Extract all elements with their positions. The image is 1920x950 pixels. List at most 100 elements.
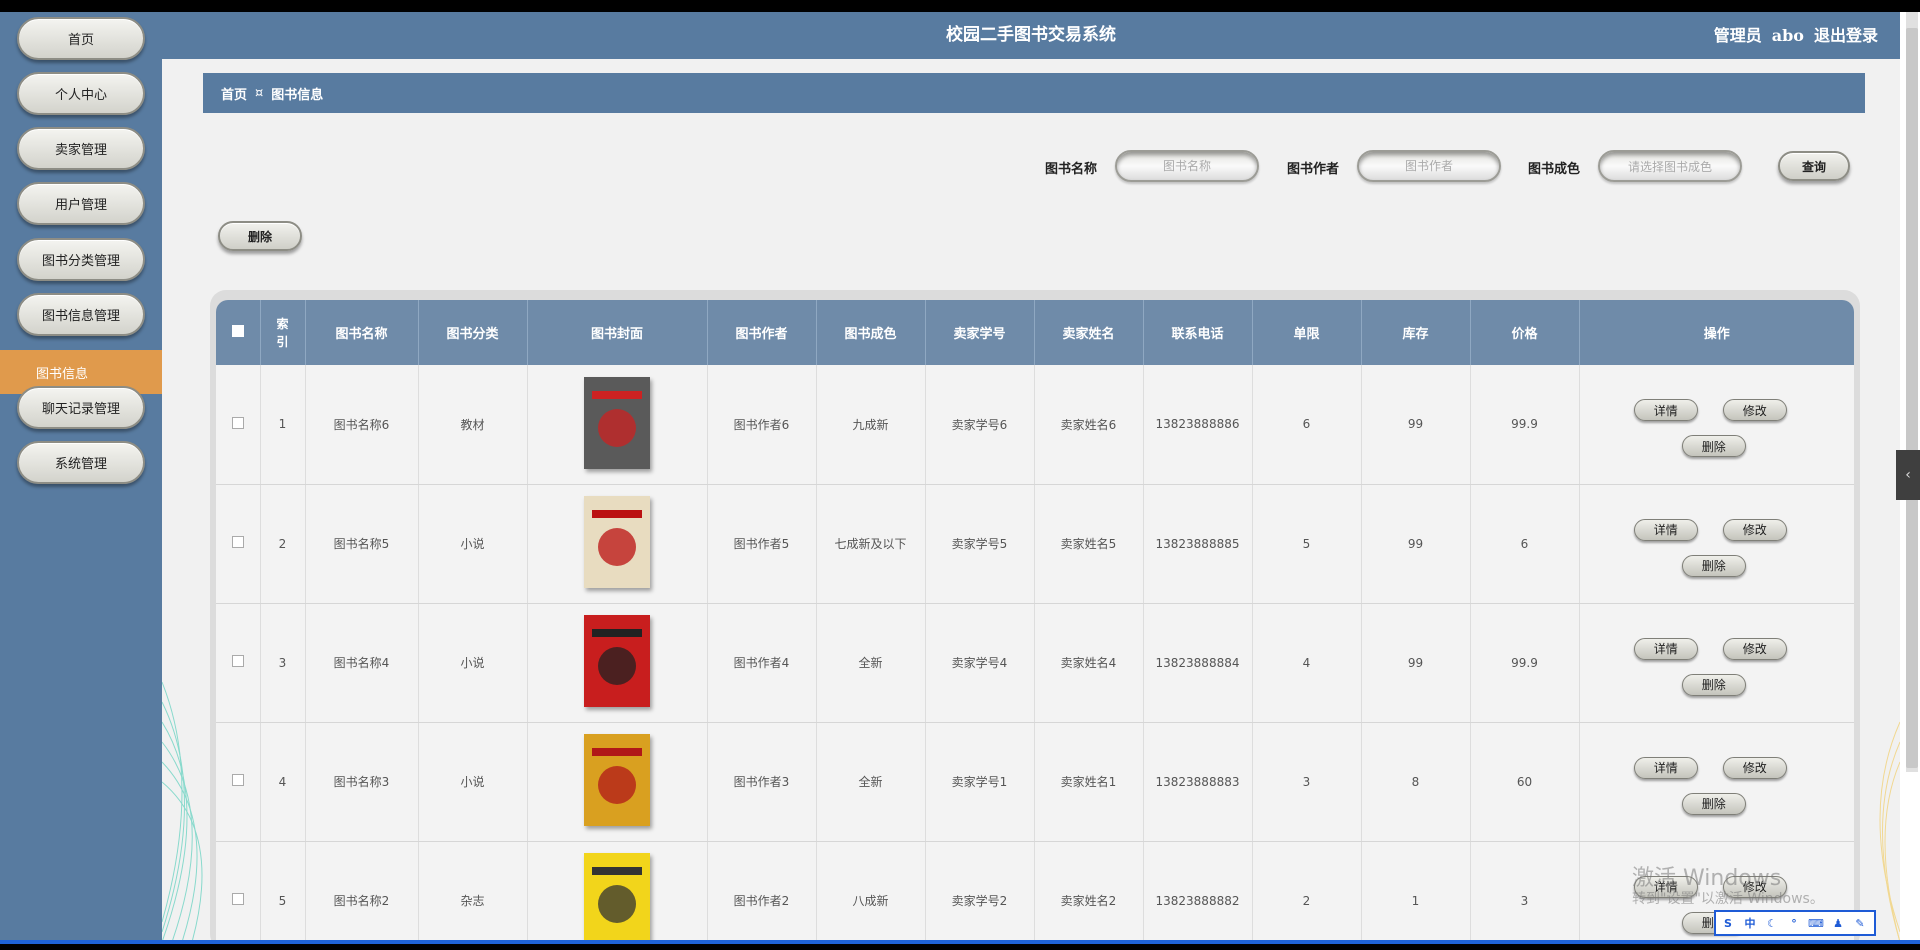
row-phone: 13823888885 xyxy=(1143,484,1253,604)
ime-toolbar: S 中 ☾ ° ⌨ ♟ ✎ xyxy=(1714,910,1876,936)
header-price: 价格 xyxy=(1470,300,1580,365)
header-select-all[interactable] xyxy=(216,300,261,365)
row-select-cell xyxy=(216,484,261,604)
row-price: 99.9 xyxy=(1470,603,1580,723)
row-book-author: 图书作者4 xyxy=(707,603,817,723)
sidebar-item-home[interactable]: 首页 xyxy=(17,17,145,60)
sidebar-item-system-management[interactable]: 系统管理 xyxy=(17,441,145,484)
sidebar-item-personal-center[interactable]: 个人中心 xyxy=(17,72,145,115)
ime-person-icon[interactable]: ♟ xyxy=(1830,915,1846,931)
detail-button[interactable]: 详情 xyxy=(1633,756,1698,779)
edit-button[interactable]: 修改 xyxy=(1722,399,1787,422)
row-index: 2 xyxy=(260,484,306,604)
row-index: 1 xyxy=(260,365,306,485)
ime-tool-icon[interactable]: ✎ xyxy=(1852,915,1868,931)
book-cover-image[interactable] xyxy=(584,496,650,588)
side-panel-toggle-chevron-left-icon[interactable]: ‹ xyxy=(1896,450,1920,500)
row-limit: 5 xyxy=(1252,484,1362,604)
sidebar-item-user-management[interactable]: 用户管理 xyxy=(17,182,145,225)
book-cover-image[interactable] xyxy=(584,853,650,940)
table-row: 1 图书名称6 教材 图书作者6 九成新 卖家学号6 卖家姓名6 13823888886 6 99… xyxy=(216,365,1854,485)
row-price: 3 xyxy=(1470,841,1580,940)
search-author-input[interactable] xyxy=(1357,150,1501,182)
search-condition-label: 图书成色 xyxy=(1528,162,1581,177)
row-stock: 99 xyxy=(1361,484,1471,604)
breadcrumb-separator-icon: ¤ xyxy=(255,85,264,101)
row-delete-button[interactable]: 删除 xyxy=(1681,792,1746,815)
header-book-name: 图书名称 xyxy=(305,300,419,365)
header-limit: 单限 xyxy=(1252,300,1362,365)
sidebar-item-chat-record-management[interactable]: 聊天记录管理 xyxy=(17,386,145,429)
row-book-condition: 九成新 xyxy=(816,365,926,485)
row-book-cover xyxy=(527,365,708,485)
row-select-cell xyxy=(216,603,261,723)
ime-keyboard-icon[interactable]: ⌨ xyxy=(1808,915,1824,931)
row-book-cover xyxy=(527,722,708,842)
row-action-group: 详情 修改删除 xyxy=(1582,628,1852,698)
row-book-name: 图书名称5 xyxy=(305,484,419,604)
row-book-name: 图书名称6 xyxy=(305,365,419,485)
header-seller-name: 卖家姓名 xyxy=(1034,300,1144,365)
row-checkbox[interactable] xyxy=(231,416,244,429)
select-all-checkbox[interactable] xyxy=(231,324,244,337)
row-checkbox[interactable] xyxy=(231,893,244,905)
row-seller-name: 卖家姓名2 xyxy=(1034,841,1144,940)
search-name-input[interactable] xyxy=(1115,150,1259,182)
row-seller-id: 卖家学号6 xyxy=(925,365,1035,485)
sidebar-item-book-category-management[interactable]: 图书分类管理 xyxy=(17,238,145,281)
row-delete-button[interactable]: 删除 xyxy=(1681,673,1746,696)
edit-button[interactable]: 修改 xyxy=(1722,518,1787,541)
username: abo xyxy=(1771,26,1804,45)
row-checkbox[interactable] xyxy=(231,536,244,548)
row-book-category: 小说 xyxy=(418,603,528,723)
row-select-cell xyxy=(216,722,261,842)
ime-chinese-icon[interactable]: 中 xyxy=(1742,915,1758,931)
row-checkbox[interactable] xyxy=(231,655,244,667)
row-price: 60 xyxy=(1470,722,1580,842)
header-phone: 联系电话 xyxy=(1143,300,1253,365)
sidebar-item-seller-management[interactable]: 卖家管理 xyxy=(17,127,145,170)
header-index: 索引 xyxy=(260,300,306,365)
row-seller-id: 卖家学号4 xyxy=(925,603,1035,723)
book-cover-image[interactable] xyxy=(584,734,650,826)
row-limit: 3 xyxy=(1252,722,1362,842)
row-book-category: 小说 xyxy=(418,722,528,842)
ime-logo-icon[interactable]: S xyxy=(1720,915,1736,931)
ime-punct-icon[interactable]: ° xyxy=(1786,915,1802,931)
app-window: 首页 个人中心 卖家管理 用户管理 图书分类管理 图书信息管理 图书信息 聊天记… xyxy=(0,12,1900,940)
row-book-condition: 七成新及以下 xyxy=(816,484,926,604)
row-price: 99.9 xyxy=(1470,365,1580,485)
row-delete-button[interactable]: 删除 xyxy=(1681,554,1746,577)
edit-button[interactable]: 修改 xyxy=(1722,637,1787,660)
row-delete-button[interactable]: 删除 xyxy=(1681,435,1746,458)
row-actions: 详情 修改删除 xyxy=(1579,484,1854,604)
screen-bottom xyxy=(0,944,1920,950)
sidebar-item-book-info-management[interactable]: 图书信息管理 xyxy=(17,293,145,336)
scrollbar-thumb[interactable] xyxy=(1906,28,1918,768)
row-book-author: 图书作者3 xyxy=(707,722,817,842)
table-header-row: 索引 图书名称 图书分类 图书封面 图书作者 图书成色 卖家学号 卖家姓名 联系… xyxy=(216,300,1854,365)
system-title: 校园二手图书交易系统 xyxy=(946,25,1116,45)
header-book-category: 图书分类 xyxy=(418,300,528,365)
query-button[interactable]: 查询 xyxy=(1778,151,1850,181)
row-phone: 13823888882 xyxy=(1143,841,1253,940)
ime-moon-icon[interactable]: ☾ xyxy=(1764,915,1780,931)
book-cover-image[interactable] xyxy=(584,615,650,707)
book-cover-image[interactable] xyxy=(584,376,650,469)
detail-button[interactable]: 详情 xyxy=(1633,399,1698,422)
batch-delete-button[interactable]: 删除 xyxy=(218,221,302,251)
breadcrumb-home[interactable]: 首页 xyxy=(221,84,247,103)
row-select-cell xyxy=(216,841,261,940)
row-phone: 13823888886 xyxy=(1143,365,1253,485)
search-condition-select[interactable]: 请选择图书成色 xyxy=(1598,150,1742,182)
row-seller-name: 卖家姓名6 xyxy=(1034,365,1144,485)
row-book-condition: 八成新 xyxy=(816,841,926,940)
edit-button[interactable]: 修改 xyxy=(1722,756,1787,779)
detail-button[interactable]: 详情 xyxy=(1633,637,1698,660)
row-checkbox[interactable] xyxy=(231,774,244,786)
detail-button[interactable]: 详情 xyxy=(1633,518,1698,541)
table-row: 2 图书名称5 小说 图书作者5 七成新及以下 卖家学号5 卖家姓名5 13823888885… xyxy=(216,484,1854,604)
row-book-condition: 全新 xyxy=(816,603,926,723)
book-table-container: 索引 图书名称 图书分类 图书封面 图书作者 图书成色 卖家学号 卖家姓名 联系… xyxy=(210,290,1860,940)
logout-link[interactable]: 退出登录 xyxy=(1814,12,1878,59)
